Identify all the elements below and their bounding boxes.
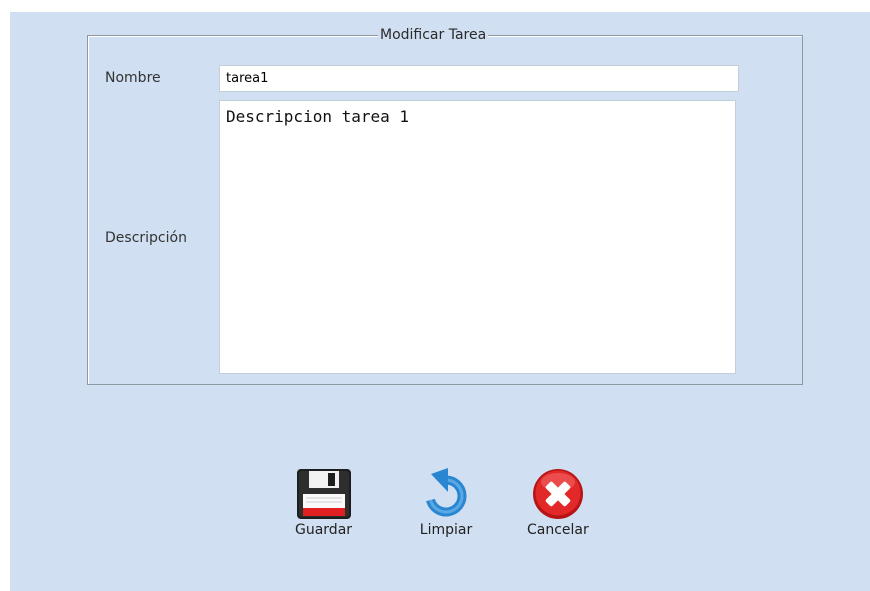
reset-button[interactable]: Limpiar	[418, 468, 474, 538]
form-legend: Modificar Tarea	[378, 27, 489, 43]
description-textarea[interactable]: Descripcion tarea 1	[219, 100, 736, 374]
name-input[interactable]	[219, 65, 739, 92]
cancel-button[interactable]: Cancelar	[527, 468, 589, 538]
name-label: Nombre	[105, 70, 161, 86]
save-button[interactable]: Guardar	[295, 468, 352, 538]
reset-label: Limpiar	[419, 522, 473, 538]
save-label: Guardar	[295, 522, 353, 538]
undo-arrow-icon	[418, 468, 474, 520]
floppy-disk-icon	[296, 468, 352, 520]
description-label: Descripción	[105, 230, 187, 246]
cancel-label: Cancelar	[527, 522, 589, 538]
modify-task-panel: Modificar Tarea Nombre Descripción Descr…	[10, 12, 870, 591]
red-x-cancel-icon	[530, 468, 586, 520]
